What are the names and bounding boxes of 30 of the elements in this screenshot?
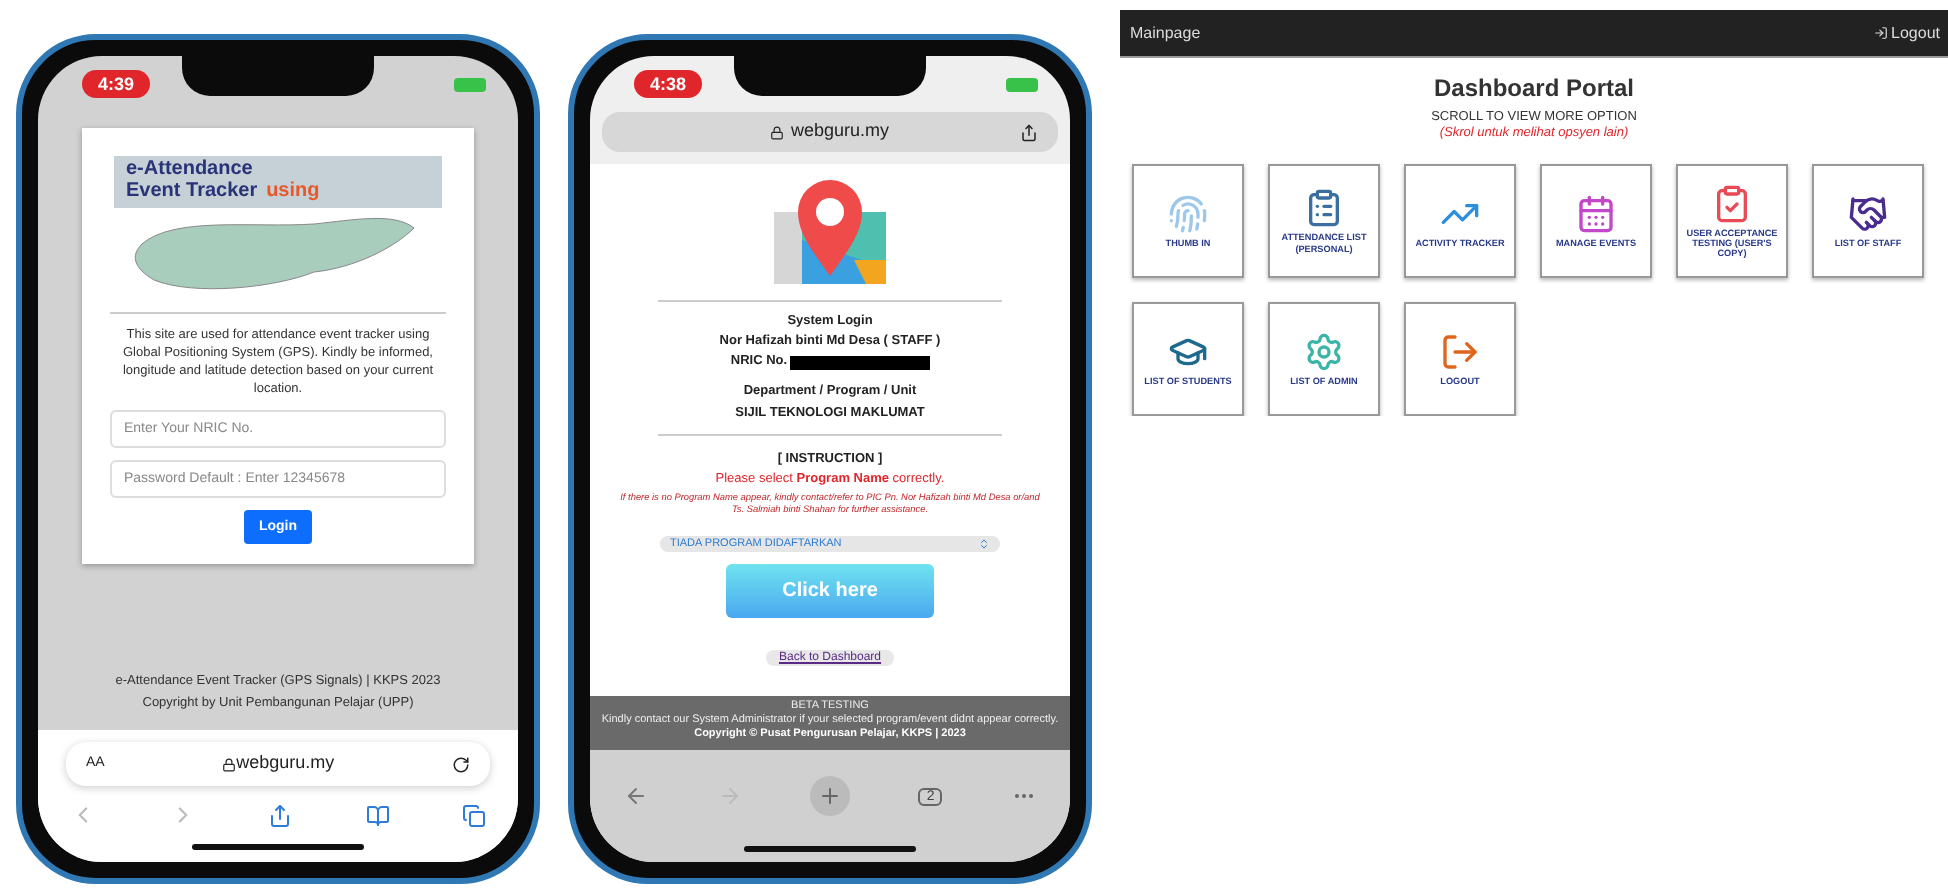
status-time: 4:38 <box>634 70 703 98</box>
map-pin-icon <box>774 180 886 288</box>
plus-icon <box>818 784 843 808</box>
clipboard-icon <box>1304 188 1344 229</box>
battery-icon <box>1006 77 1038 91</box>
tabs-icon[interactable] <box>462 803 486 827</box>
brand-link[interactable]: Mainpage <box>1130 24 1201 42</box>
reload-icon[interactable] <box>452 755 470 773</box>
logout-link[interactable]: Logout <box>1873 24 1940 42</box>
lock-icon <box>770 125 785 139</box>
page-title: Dashboard Portal <box>1433 74 1635 104</box>
url-text: webguru.my <box>236 752 335 776</box>
address-bar[interactable]: webguru.my <box>602 112 1058 152</box>
share-icon[interactable] <box>1020 123 1038 141</box>
gear-icon <box>1304 332 1344 373</box>
book-icon[interactable] <box>365 803 389 827</box>
lock-icon <box>222 757 237 771</box>
battery-icon <box>454 77 486 91</box>
handshake-icon <box>1848 194 1888 235</box>
status-time: 4:39 <box>82 70 151 98</box>
checklist-icon <box>1712 183 1752 224</box>
logo-drawing: e-Attendance Event Tracker using <box>114 156 442 300</box>
logout-icon <box>1440 332 1480 373</box>
logout-icon <box>1873 26 1888 40</box>
calendar-icon <box>1576 194 1616 235</box>
back-icon[interactable] <box>624 784 649 808</box>
redacted-block <box>789 355 930 370</box>
new-tab-button[interactable] <box>810 776 851 816</box>
url-text: webguru.my <box>790 120 890 144</box>
fingerprint-icon <box>1168 194 1208 235</box>
